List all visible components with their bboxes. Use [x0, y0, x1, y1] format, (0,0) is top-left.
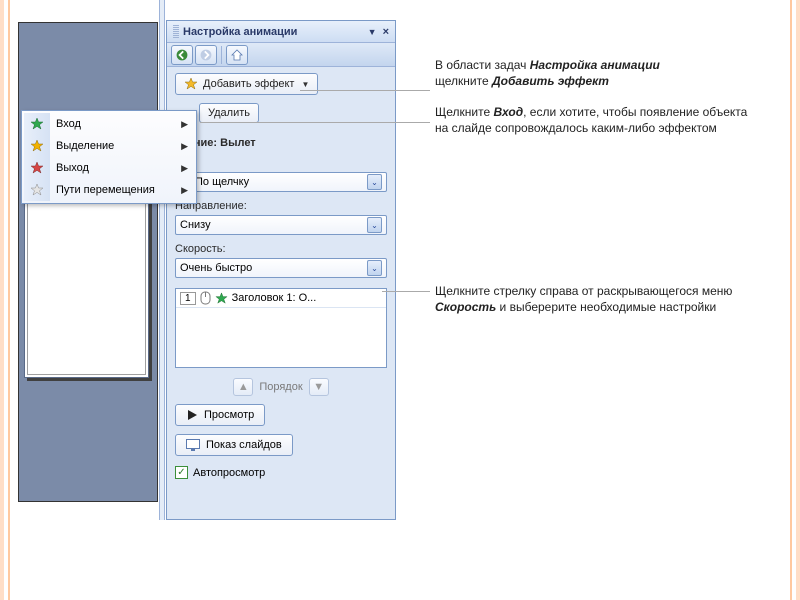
order-label: Порядок: [259, 381, 302, 393]
menu-item-label: Выход: [56, 162, 89, 174]
change-value: Вылет: [220, 137, 256, 149]
nav-home-button[interactable]: [226, 45, 248, 65]
move-up-button[interactable]: ▲: [233, 378, 253, 396]
speed-value: Очень быстро: [180, 262, 252, 274]
splitter[interactable]: [159, 0, 165, 520]
direction-combo[interactable]: Снизу ⌄: [175, 215, 387, 235]
callout-1: В области задач Настройка анимации щелкн…: [435, 57, 755, 89]
reorder-row: ▲ Порядок ▼: [175, 378, 387, 396]
callout-3: Щелкните стрелку справа от раскрывающего…: [435, 283, 755, 315]
effect-order-num: 1: [180, 292, 196, 305]
slide-edit-area: [18, 22, 158, 502]
star-icon: [30, 161, 44, 175]
menu-item-emphasis[interactable]: Выделение ▶: [24, 135, 194, 157]
submenu-arrow-icon: ▶: [181, 163, 188, 174]
add-effect-button[interactable]: Добавить эффект ▼: [175, 73, 318, 95]
start-value: По щелчку: [195, 176, 249, 188]
chevron-down-icon[interactable]: ⌄: [367, 174, 382, 190]
speed-combo[interactable]: Очень быстро ⌄: [175, 258, 387, 278]
remove-label: Удалить: [208, 107, 250, 119]
play-icon: [186, 409, 198, 421]
pane-menu-caret[interactable]: ▼: [368, 27, 377, 37]
mouse-icon: [200, 291, 211, 305]
callout-leader: [300, 90, 430, 91]
submenu-arrow-icon: ▶: [181, 185, 188, 196]
chevron-down-icon[interactable]: ⌄: [367, 260, 382, 276]
effect-item-text: Заголовок 1: О...: [232, 292, 317, 304]
preview-label: Просмотр: [204, 409, 254, 421]
remove-button[interactable]: Удалить: [199, 103, 259, 123]
star-icon: [184, 77, 198, 91]
effect-list-item[interactable]: 1 Заголовок 1: О...: [176, 289, 386, 308]
pane-title-text: Настройка анимации: [183, 26, 297, 38]
menu-item-label: Пути перемещения: [56, 184, 155, 196]
effect-type-menu: Вход ▶ Выделение ▶ Выход ▶ Пути перемеще…: [21, 110, 197, 204]
submenu-arrow-icon: ▶: [181, 141, 188, 152]
pane-titlebar: Настройка анимации ▼ ×: [167, 21, 395, 43]
caret-down-icon: ▼: [301, 80, 309, 89]
pane-close-button[interactable]: ×: [383, 26, 389, 38]
callout-leader: [200, 122, 430, 123]
menu-item-label: Вход: [56, 118, 81, 130]
star-icon: [30, 117, 44, 131]
direction-value: Снизу: [180, 219, 211, 231]
checkbox-checked-icon[interactable]: ✓: [175, 466, 188, 479]
menu-item-exit[interactable]: Выход ▶: [24, 157, 194, 179]
entry-star-icon: [215, 292, 228, 305]
grip-icon: [173, 25, 179, 39]
preview-button[interactable]: Просмотр: [175, 404, 265, 426]
submenu-arrow-icon: ▶: [181, 119, 188, 130]
start-combo[interactable]: По щелчку ⌄: [175, 172, 387, 192]
nav-back-button[interactable]: [171, 45, 193, 65]
slide-thumbnail: [24, 198, 149, 378]
autoplay-label: Автопросмотр: [193, 467, 265, 479]
callout-leader: [382, 291, 430, 292]
nav-forward-button[interactable]: [195, 45, 217, 65]
direction-label: Направление:: [175, 200, 387, 212]
start-label: ло:: [175, 157, 387, 169]
star-icon: [30, 183, 44, 197]
move-down-button[interactable]: ▼: [309, 378, 329, 396]
menu-item-label: Выделение: [56, 140, 114, 152]
speed-label: Скорость:: [175, 243, 387, 255]
slideshow-label: Показ слайдов: [206, 439, 282, 451]
star-icon: [30, 139, 44, 153]
chevron-down-icon[interactable]: ⌄: [367, 217, 382, 233]
menu-item-motion-path[interactable]: Пути перемещения ▶: [24, 179, 194, 201]
autoplay-checkbox-row[interactable]: ✓ Автопросмотр: [175, 466, 387, 479]
menu-item-entry[interactable]: Вход ▶: [24, 113, 194, 135]
add-effect-label: Добавить эффект: [203, 78, 294, 90]
effects-list[interactable]: 1 Заголовок 1: О...: [175, 288, 387, 368]
callout-2: Щелкните Вход, если хотите, чтобы появле…: [435, 104, 755, 136]
slideshow-button[interactable]: Показ слайдов: [175, 434, 293, 456]
animation-task-pane: Настройка анимации ▼ × Добавить эффект ▼…: [166, 20, 396, 520]
pane-nav-toolbar: [167, 43, 395, 67]
screen-icon: [186, 439, 200, 451]
